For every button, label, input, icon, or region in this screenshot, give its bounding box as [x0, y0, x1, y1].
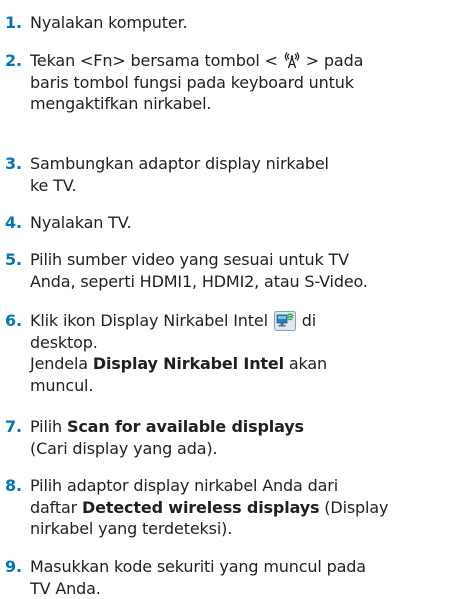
step-text: Nyalakan TV.: [30, 212, 450, 234]
step-number: 1.: [5, 13, 22, 32]
step-text: Sambungkan adaptor display nirkabel ke TV…: [30, 153, 450, 196]
text-line: Masukkan kode sekuriti yang muncul pada: [30, 556, 450, 578]
text-line: Anda, seperti HDMI1, HDMI2, atau S-Video…: [30, 271, 450, 293]
line-text: desktop.: [30, 332, 98, 352]
line-text: Nyalakan komputer.: [30, 13, 188, 32]
step-text: Pilih sumber video yang sesuai untuk TV A…: [30, 249, 450, 292]
text-line: desktop.: [30, 332, 450, 354]
text-line: Klik ikon Display Nirkabel Intel di: [30, 310, 450, 332]
line-text: Pilih: [30, 417, 67, 436]
step-text: Masukkan kode sekuriti yang muncul pada T…: [30, 556, 450, 599]
line-text: mengaktifkan nirkabel.: [30, 94, 212, 114]
step-text: Tekan <Fn> bersama tombol < > pada baris …: [30, 50, 450, 115]
line-text: Nyalakan TV.: [30, 213, 132, 232]
line-text: Sambungkan adaptor display nirkabel: [30, 154, 329, 173]
line-text: akan: [283, 354, 328, 374]
line-text: muncul.: [30, 375, 94, 395]
text-line: ke TV.: [30, 175, 450, 197]
text-line: TV Anda.: [30, 578, 450, 599]
step-number: 7.: [5, 417, 22, 436]
line-text: TV Anda.: [30, 578, 101, 598]
line-text: (Cari display yang ada).: [30, 438, 218, 458]
line-text: Jendela: [30, 354, 93, 374]
text-line: Sambungkan adaptor display nirkabel: [30, 153, 450, 175]
line-text: di: [296, 311, 317, 330]
ui-term: Detected wireless displays: [82, 497, 320, 517]
text-line: Pilih Scan for available displays: [30, 416, 450, 438]
text-line: daftar Detected wireless displays (Displ…: [30, 497, 450, 519]
text-line: nirkabel yang terdeteksi).: [30, 518, 450, 540]
step-number: 9.: [5, 557, 22, 576]
line-text: Anda, seperti HDMI1, HDMI2, atau S-Video…: [30, 271, 368, 291]
line-text: Pilih adaptor display nirkabel Anda dari: [30, 476, 339, 495]
step-text: Pilih Scan for available displays (Cari d…: [30, 416, 450, 459]
line-text: Pilih sumber video yang sesuai untuk TV: [30, 250, 349, 269]
step-text: Nyalakan komputer.: [30, 12, 450, 34]
text-line: muncul.: [30, 375, 450, 397]
ui-term: Display Nirkabel Intel: [92, 354, 284, 374]
line-text: baris tombol fungsi pada keyboard untuk: [30, 72, 354, 92]
ui-term: Scan for available displays: [66, 417, 304, 436]
step-number: 4.: [5, 213, 22, 232]
text-line: (Cari display yang ada).: [30, 438, 450, 460]
line-text: Masukkan kode sekuriti yang muncul pada: [30, 557, 366, 576]
line-text: daftar: [30, 497, 83, 517]
text-line: mengaktifkan nirkabel.: [30, 93, 450, 115]
step-number: 2.: [5, 51, 22, 70]
text-line: Nyalakan TV.: [30, 212, 450, 234]
text-line: Pilih sumber video yang sesuai untuk TV: [30, 249, 450, 271]
line-text: > pada: [300, 51, 364, 70]
intel-wireless-display-icon: [273, 311, 296, 331]
line-text: Klik ikon Display Nirkabel Intel: [30, 311, 273, 330]
line-text: Tekan <Fn> bersama tombol <: [30, 51, 283, 70]
text-line: baris tombol fungsi pada keyboard untuk: [30, 72, 450, 94]
step-number: 5.: [5, 250, 22, 269]
line-text: ke TV.: [30, 175, 77, 195]
line-text: (Display: [319, 497, 389, 517]
text-line: Jendela Display Nirkabel Intel akan: [30, 353, 450, 375]
text-line: Tekan <Fn> bersama tombol < > pada: [30, 50, 450, 72]
step-number: 3.: [5, 154, 22, 173]
line-text: nirkabel yang terdeteksi).: [30, 519, 233, 539]
step-number: 8.: [5, 476, 22, 495]
text-line: Nyalakan komputer.: [30, 12, 450, 34]
text-line: Pilih adaptor display nirkabel Anda dari: [30, 475, 450, 497]
wireless-antenna-icon: [283, 51, 301, 69]
step-number: 6.: [5, 311, 22, 330]
step-text: Klik ikon Display Nirkabel Intel di deskt…: [30, 310, 450, 396]
step-text: Pilih adaptor display nirkabel Anda dari…: [30, 475, 450, 540]
